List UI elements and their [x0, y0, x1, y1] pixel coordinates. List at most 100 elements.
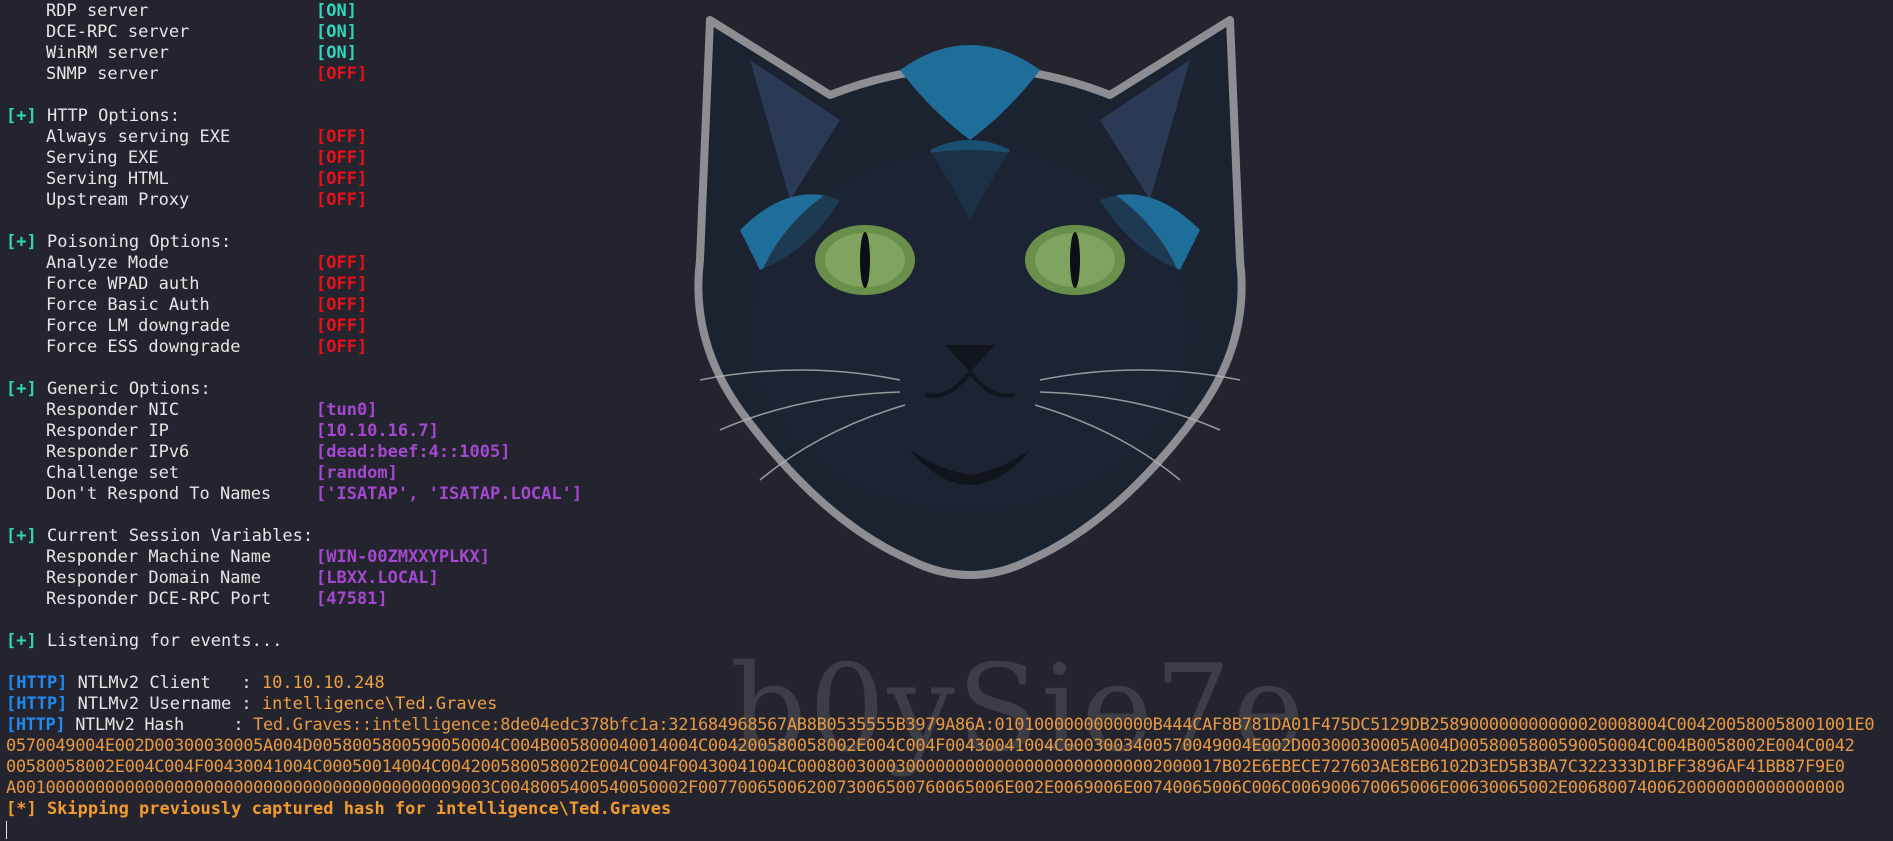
plus-tag: [+] — [6, 631, 37, 651]
skip-message: [*] Skipping previously captured hash fo… — [6, 799, 672, 819]
server-line-winrm: WinRM server [ON] — [6, 43, 1887, 64]
listening-line: [+] Listening for events... — [6, 631, 1887, 652]
option-label: Force WPAD auth — [46, 274, 200, 294]
option-label: Challenge set — [46, 463, 180, 483]
option-label: Force ESS downgrade — [46, 337, 241, 357]
status-off: [OFF] — [316, 169, 368, 189]
option-line: Serving HTML [OFF] — [6, 169, 1887, 190]
option-label: Responder NIC — [46, 400, 180, 420]
ntlm-username-label: NTLMv2 Username : — [77, 694, 262, 714]
status-off: [OFF] — [316, 64, 368, 84]
option-line: Upstream Proxy [OFF] — [6, 190, 1887, 211]
option-line: Force LM downgrade [OFF] — [6, 316, 1887, 337]
status-off: [OFF] — [316, 190, 368, 210]
status-on: [ON] — [316, 1, 357, 21]
section-title: Poisoning Options: — [46, 232, 232, 252]
section-header-session-variables: [+] Current Session Variables: — [6, 526, 1887, 547]
status-off: [OFF] — [316, 148, 368, 168]
option-label: Always serving EXE — [46, 127, 231, 147]
option-label: RDP server — [46, 1, 149, 21]
http-tag: [HTTP] — [6, 673, 68, 693]
section-title: Current Session Variables: — [46, 526, 314, 546]
option-line: Serving EXE [OFF] — [6, 148, 1887, 169]
option-line: Analyze Mode [OFF] — [6, 253, 1887, 274]
option-label: Responder Machine Name — [46, 547, 272, 567]
option-value: [LBXX.LOCAL] — [316, 568, 439, 588]
ntlm-hash-continuation: 0570049004E002D00300030005A004D005800580… — [6, 736, 1887, 757]
option-line: Don't Respond To Names ['ISATAP', 'ISATAP… — [6, 484, 1887, 505]
status-off: [OFF] — [316, 337, 368, 357]
option-value: [tun0] — [316, 400, 378, 420]
option-label: WinRM server — [46, 43, 169, 63]
option-value: [dead:beef:4::1005] — [316, 442, 511, 462]
option-line: Responder IP [10.10.16.7] — [6, 421, 1887, 442]
option-line: Force WPAD auth [OFF] — [6, 274, 1887, 295]
ntlm-hash-label: NTLMv2 Hash : — [75, 715, 254, 735]
option-label: Force Basic Auth — [46, 295, 210, 315]
status-off: [OFF] — [316, 253, 368, 273]
option-label: Serving HTML — [46, 169, 169, 189]
status-off: [OFF] — [316, 274, 368, 294]
option-line: Responder NIC [tun0] — [6, 400, 1887, 421]
section-header-generic-options: [+] Generic Options: — [6, 379, 1887, 400]
server-line-rdp: RDP server [ON] — [6, 1, 1887, 22]
option-line: Force ESS downgrade [OFF] — [6, 337, 1887, 358]
ntlm-hash-value: 0570049004E002D00300030005A004D005800580… — [6, 736, 1855, 756]
ntlm-hash-value: Ted.Graves::intelligence:8de04edc378bfc1… — [253, 715, 1875, 735]
ntlm-hash-value: 00580058002E004C004F00430041004C00050014… — [6, 757, 1845, 777]
option-line: Responder Domain Name [LBXX.LOCAL] — [6, 568, 1887, 589]
server-line-dcerpc: DCE-RPC server [ON] — [6, 22, 1887, 43]
section-header-poisoning-options: [+] Poisoning Options: — [6, 232, 1887, 253]
ntlm-hash-continuation: 00580058002E004C004F00430041004C00050014… — [6, 757, 1887, 778]
option-value: [10.10.16.7] — [316, 421, 439, 441]
plus-tag: [+] — [6, 106, 37, 126]
option-label: Serving EXE — [46, 148, 159, 168]
option-label: Responder IPv6 — [46, 442, 190, 462]
section-header-http-options: [+] HTTP Options: — [6, 106, 1887, 127]
option-label: Analyze Mode — [46, 253, 169, 273]
section-title: Generic Options: — [46, 379, 211, 399]
ntlm-username-value: intelligence\Ted.Graves — [261, 694, 498, 714]
option-line: Responder Machine Name [WIN-00ZMXXYPLKX] — [6, 547, 1887, 568]
listening-text: Listening for events... — [46, 631, 283, 651]
status-on: [ON] — [316, 22, 357, 42]
ntlm-hash-value: A001000000000000000000000000000000000000… — [6, 778, 1845, 798]
option-label: SNMP server — [46, 64, 159, 84]
skip-message-line: [*] Skipping previously captured hash fo… — [6, 799, 1887, 820]
option-label: DCE-RPC server — [46, 22, 190, 42]
option-label: Responder DCE-RPC Port — [46, 589, 272, 609]
server-line-snmp: SNMP server [OFF] — [6, 64, 1887, 85]
option-line: Force Basic Auth [OFF] — [6, 295, 1887, 316]
text-cursor — [6, 821, 7, 839]
option-value: [47581] — [316, 589, 388, 609]
http-tag: [HTTP] — [6, 715, 66, 735]
ntlm-username-line: [HTTP] NTLMv2 Username : intelligence\Te… — [6, 694, 1887, 715]
prompt-line[interactable] — [6, 820, 1887, 841]
option-value: [WIN-00ZMXXYPLKX] — [316, 547, 490, 567]
option-label: Responder IP — [46, 421, 169, 441]
status-off: [OFF] — [316, 316, 368, 336]
plus-tag: [+] — [6, 232, 37, 252]
ntlm-client-value: 10.10.10.248 — [261, 673, 385, 693]
http-tag: [HTTP] — [6, 694, 68, 714]
option-line: Responder IPv6 [dead:beef:4::1005] — [6, 442, 1887, 463]
option-label: Upstream Proxy — [46, 190, 190, 210]
plus-tag: [+] — [6, 379, 37, 399]
ntlm-hash-continuation: A001000000000000000000000000000000000000… — [6, 778, 1887, 799]
status-on: [ON] — [316, 43, 357, 63]
option-label: Don't Respond To Names — [46, 484, 272, 504]
option-label: Responder Domain Name — [46, 568, 261, 588]
plus-tag: [+] — [6, 526, 37, 546]
option-line: Challenge set [random] — [6, 463, 1887, 484]
section-title: HTTP Options: — [46, 106, 181, 126]
terminal-output[interactable]: RDP server [ON] DCE-RPC server [ON] WinRM … — [6, 1, 1887, 841]
ntlm-hash-line: [HTTP] NTLMv2 Hash : Ted.Graves::intelli… — [6, 715, 1887, 736]
status-off: [OFF] — [316, 295, 368, 315]
option-line: Responder DCE-RPC Port [47581] — [6, 589, 1887, 610]
